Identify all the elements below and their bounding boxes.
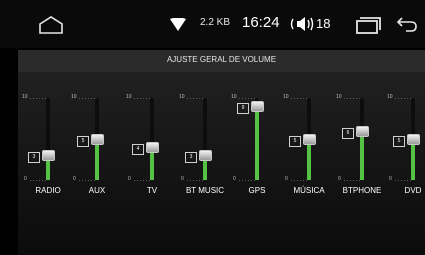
volume-slider[interactable]: 10 0 5 DVD	[387, 72, 425, 255]
volume-slider[interactable]: 10 0 5 MÚSICA	[283, 72, 335, 255]
max-tick-label: 10	[71, 94, 77, 100]
slider-value: 3	[28, 152, 40, 164]
volume-slider[interactable]: 10 0 4 TV	[126, 72, 178, 255]
slider-knob[interactable]	[42, 150, 55, 162]
slider-value: 5	[77, 136, 89, 147]
slider-label: MÚSICA	[293, 186, 325, 195]
max-tick-label: 10	[283, 94, 289, 100]
slider-fill	[360, 130, 364, 180]
min-tick-dots	[291, 180, 309, 181]
slider-knob[interactable]	[303, 134, 316, 145]
slider-knob[interactable]	[146, 142, 159, 154]
slider-label: GPS	[248, 186, 266, 195]
slider-label: AUX	[88, 186, 106, 195]
min-tick-dots	[395, 180, 413, 181]
min-tick-label: 0	[181, 176, 184, 182]
slider-label: DVD	[404, 186, 422, 195]
volume-slider[interactable]: 10 0 5 AUX	[71, 72, 123, 255]
home-icon[interactable]	[38, 15, 64, 35]
network-speed: 2.2 KB	[200, 17, 231, 28]
slider-value: 6	[342, 127, 354, 139]
min-tick-dots	[134, 180, 152, 181]
slider-knob[interactable]	[356, 125, 369, 137]
min-tick-dots	[344, 180, 362, 181]
wifi-icon	[170, 18, 186, 31]
slider-track[interactable]	[203, 98, 207, 180]
min-tick-label: 0	[24, 176, 27, 182]
volume-slider[interactable]: 10 0 3 RADIO	[22, 72, 74, 255]
volume-slider[interactable]: 10 0 6 BTPHONE	[336, 72, 388, 255]
back-icon[interactable]	[396, 15, 418, 33]
max-tick-label: 10	[22, 94, 28, 100]
slider-fill	[95, 139, 99, 180]
slider-fill	[255, 106, 259, 180]
slider-knob[interactable]	[199, 150, 212, 162]
max-tick-label: 10	[231, 94, 237, 100]
slider-label: TV	[146, 186, 158, 195]
slider-value: 4	[132, 144, 144, 156]
recent-apps-icon[interactable]	[355, 15, 381, 35]
min-tick-label: 0	[73, 176, 76, 182]
slider-value: 5	[289, 136, 301, 147]
slider-label: BT MUSIC	[185, 186, 225, 195]
slider-value: 9	[237, 103, 249, 115]
slider-fill	[411, 139, 415, 180]
slider-track[interactable]	[46, 98, 50, 180]
max-tick-label: 10	[126, 94, 132, 100]
slider-track[interactable]	[150, 98, 154, 180]
clock: 16:24	[242, 14, 280, 31]
volume-slider[interactable]: 10 0 9 GPS	[231, 72, 283, 255]
title-bar: AJUSTE GERAL DE VOLUME	[18, 50, 425, 73]
slider-knob[interactable]	[91, 134, 104, 145]
slider-track[interactable]	[360, 98, 364, 180]
min-tick-dots	[187, 180, 205, 181]
slider-value: 5	[393, 136, 405, 147]
max-tick-label: 10	[179, 94, 185, 100]
min-tick-dots	[239, 180, 257, 181]
slider-knob[interactable]	[251, 101, 264, 113]
max-tick-label: 10	[336, 94, 342, 100]
volume-icon[interactable]	[290, 15, 314, 33]
min-tick-dots	[79, 180, 97, 181]
page-title: AJUSTE GERAL DE VOLUME	[166, 55, 277, 64]
slider-panel: 10 0 3 RADIO 10 0 5 AUX 10 0 4 TV 10 0 3 BT MUSIC 10 0 9 GP…	[18, 72, 425, 255]
volume-settings-screen: 2.2 KB 16:24 18 AJUSTE GERAL DE VOLUME 1…	[0, 0, 425, 255]
slider-fill	[307, 139, 311, 180]
min-tick-label: 0	[338, 176, 341, 182]
min-tick-label: 0	[128, 176, 131, 182]
min-tick-label: 0	[389, 176, 392, 182]
status-bar: 2.2 KB 16:24 18	[0, 0, 425, 48]
min-tick-dots	[30, 180, 48, 181]
volume-level: 18	[316, 16, 331, 31]
min-tick-label: 0	[285, 176, 288, 182]
slider-value: 3	[185, 152, 197, 164]
volume-slider[interactable]: 10 0 3 BT MUSIC	[179, 72, 231, 255]
slider-knob[interactable]	[407, 134, 420, 145]
min-tick-label: 0	[233, 176, 236, 182]
max-tick-label: 10	[387, 94, 393, 100]
